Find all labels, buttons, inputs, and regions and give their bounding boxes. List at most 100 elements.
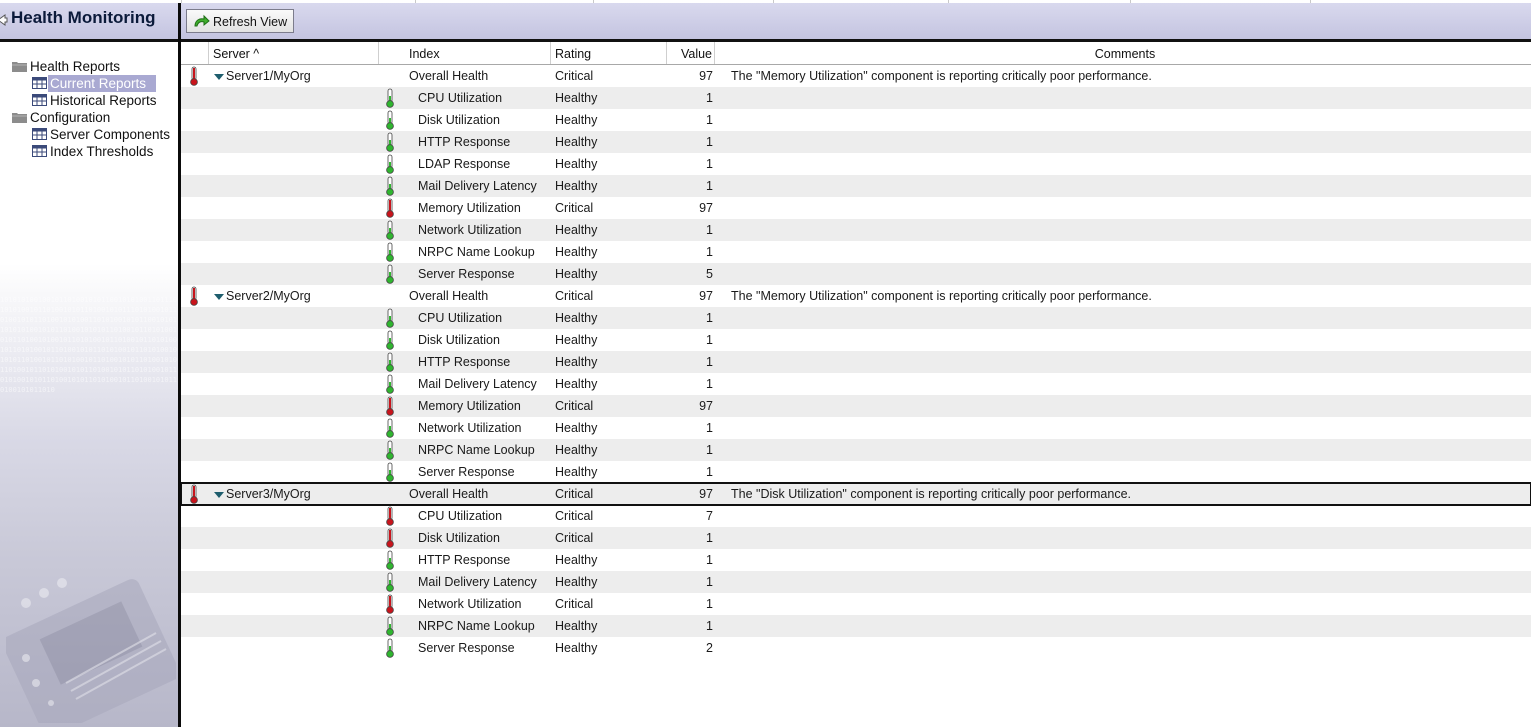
index-name: Network Utilization [418, 421, 522, 435]
comment: The "Memory Utilization" component is re… [731, 69, 1152, 83]
index-name: Memory Utilization [418, 399, 521, 413]
value: 1 [706, 113, 713, 127]
component-row[interactable]: NRPC Name Lookup Healthy 1 [181, 439, 1531, 461]
tree-item-health-reports[interactable]: Health Reports [12, 58, 120, 75]
collapse-triangle-icon[interactable] [214, 74, 224, 80]
component-row[interactable]: Server Response Healthy 5 [181, 263, 1531, 285]
thermometer-healthy-icon [385, 154, 395, 174]
back-arrow-icon[interactable] [0, 13, 8, 27]
value: 97 [699, 399, 713, 413]
rating: Healthy [555, 619, 598, 633]
component-row[interactable]: CPU Utilization Critical 7 [181, 505, 1531, 527]
rating: Healthy [555, 113, 598, 127]
thermometer-healthy-icon [385, 176, 395, 196]
comment: The "Memory Utilization" component is re… [731, 289, 1152, 303]
column-header-value[interactable]: Value [667, 42, 715, 64]
column-header-server[interactable]: Server ^ [209, 42, 379, 64]
health-report-grid: Server ^ Index Rating Value Comments Ser… [181, 42, 1531, 727]
table-icon [32, 128, 47, 140]
value: 97 [699, 289, 713, 303]
column-header-status[interactable] [181, 42, 209, 64]
component-row[interactable]: Mail Delivery Latency Healthy 1 [181, 175, 1531, 197]
index-name: Mail Delivery Latency [418, 377, 537, 391]
value: 1 [706, 465, 713, 479]
index-name: Overall Health [409, 289, 489, 303]
component-row[interactable]: NRPC Name Lookup Healthy 1 [181, 615, 1531, 637]
component-row[interactable]: Disk Utilization Critical 1 [181, 527, 1531, 549]
component-row[interactable]: CPU Utilization Healthy 1 [181, 307, 1531, 329]
component-row[interactable]: Memory Utilization Critical 97 [181, 197, 1531, 219]
tree-item-label: Configuration [30, 110, 111, 125]
component-row[interactable]: HTTP Response Healthy 1 [181, 131, 1531, 153]
thermometer-critical-icon [189, 484, 199, 504]
component-row[interactable]: Network Utilization Critical 1 [181, 593, 1531, 615]
value: 1 [706, 179, 713, 193]
table-icon [32, 77, 47, 89]
column-header-row: Server ^ Index Rating Value Comments [181, 42, 1531, 65]
value: 1 [706, 531, 713, 545]
refresh-view-button[interactable]: Refresh View [186, 9, 295, 33]
thermometer-healthy-icon [385, 242, 395, 262]
index-name: Overall Health [409, 487, 489, 501]
thermometer-critical-icon [385, 594, 395, 614]
value: 97 [699, 487, 713, 501]
collapse-triangle-icon[interactable] [214, 294, 224, 300]
sidebar-header: Health Monitoring [0, 3, 178, 42]
component-row[interactable]: HTTP Response Healthy 1 [181, 351, 1531, 373]
rating: Healthy [555, 267, 598, 281]
component-row[interactable]: Mail Delivery Latency Healthy 1 [181, 373, 1531, 395]
value: 97 [699, 69, 713, 83]
component-row[interactable]: Network Utilization Healthy 1 [181, 219, 1531, 241]
component-row[interactable]: HTTP Response Healthy 1 [181, 549, 1531, 571]
component-row[interactable]: CPU Utilization Healthy 1 [181, 87, 1531, 109]
tree-item-configuration[interactable]: Configuration [12, 109, 110, 126]
thermometer-healthy-icon [385, 418, 395, 438]
server-summary-row[interactable]: Server3/MyOrg Overall Health Critical 97 The… [181, 482, 1531, 506]
rating: Healthy [555, 311, 598, 325]
thermometer-healthy-icon [385, 462, 395, 482]
index-name: Mail Delivery Latency [418, 179, 537, 193]
tree-item-label: Server Components [50, 127, 171, 142]
thermometer-healthy-icon [385, 264, 395, 284]
toolbar: Refresh View [181, 3, 1531, 42]
server-summary-row[interactable]: Server2/MyOrg Overall Health Critical 97 The… [181, 285, 1531, 307]
server-summary-row[interactable]: Server1/MyOrg Overall Health Critical 97 The… [181, 65, 1531, 87]
component-row[interactable]: Disk Utilization Healthy 1 [181, 329, 1531, 351]
value: 1 [706, 553, 713, 567]
index-name: Server Response [418, 465, 515, 479]
component-row[interactable]: LDAP Response Healthy 1 [181, 153, 1531, 175]
thermometer-healthy-icon [385, 110, 395, 130]
component-row[interactable]: Server Response Healthy 1 [181, 461, 1531, 483]
component-row[interactable]: Server Response Healthy 2 [181, 637, 1531, 659]
column-header-comments[interactable]: Comments [715, 42, 1531, 64]
sidebar-title: Health Monitoring [11, 8, 156, 27]
component-row[interactable]: Mail Delivery Latency Healthy 1 [181, 571, 1531, 593]
component-row[interactable]: Network Utilization Healthy 1 [181, 417, 1531, 439]
tree-item-label: Current Reports [48, 75, 157, 92]
value: 1 [706, 377, 713, 391]
component-row[interactable]: Disk Utilization Healthy 1 [181, 109, 1531, 131]
tree-item-label: Health Reports [30, 59, 121, 74]
rating: Critical [555, 531, 594, 545]
collapse-triangle-icon[interactable] [214, 492, 224, 498]
index-name: LDAP Response [418, 157, 511, 171]
thermometer-healthy-icon [385, 330, 395, 350]
value: 7 [706, 509, 713, 523]
rating: Healthy [555, 641, 598, 655]
index-name: HTTP Response [418, 135, 511, 149]
component-row[interactable]: NRPC Name Lookup Healthy 1 [181, 241, 1531, 263]
column-header-rating[interactable]: Rating [551, 42, 667, 64]
rating: Healthy [555, 333, 598, 347]
thermometer-healthy-icon [385, 550, 395, 570]
component-row[interactable]: Memory Utilization Critical 97 [181, 395, 1531, 417]
thermometer-healthy-icon [385, 572, 395, 592]
refresh-icon [194, 14, 210, 27]
rating: Healthy [555, 377, 598, 391]
tree-item-label: Historical Reports [50, 93, 157, 108]
refresh-view-label: Refresh View [213, 15, 288, 29]
column-header-index[interactable]: Index [379, 42, 551, 64]
index-name: HTTP Response [418, 355, 511, 369]
thermometer-critical-icon [189, 66, 199, 86]
thermometer-healthy-icon [385, 88, 395, 108]
tree-item-label: Index Thresholds [50, 144, 154, 159]
